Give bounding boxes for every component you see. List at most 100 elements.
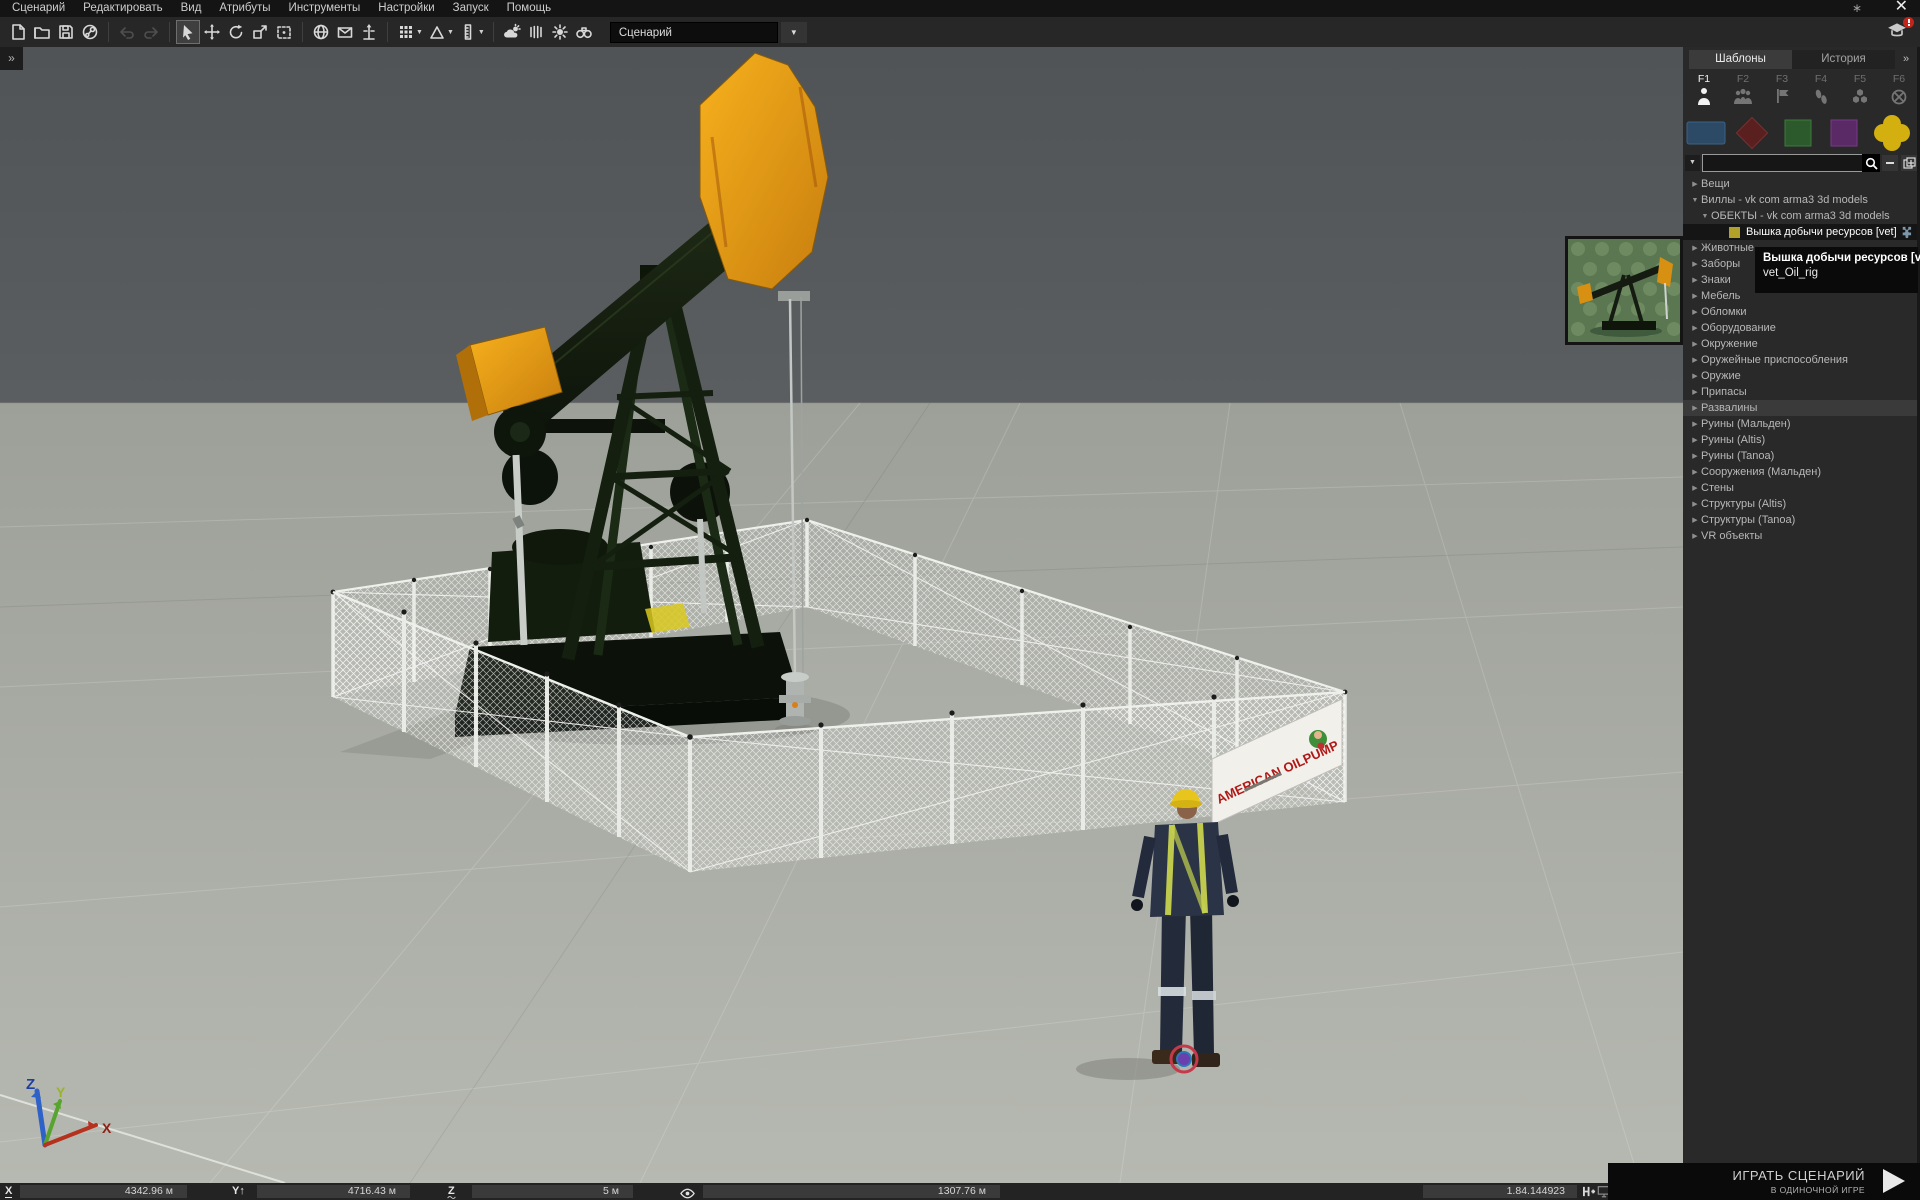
mode-markers[interactable]: F6 xyxy=(1880,73,1918,111)
tree-item[interactable]: Окружение xyxy=(1683,336,1920,352)
surface-snap-icon[interactable] xyxy=(272,20,296,44)
play-scenario-panel[interactable]: ИГРАТЬ СЦЕНАРИЙ В ОДИНОЧНОЙ ИГРЕ xyxy=(1608,1163,1920,1200)
eden-editor-window: Сценарий Редактировать Вид Атрибуты Инст… xyxy=(0,0,1920,1200)
play-icon[interactable] xyxy=(1883,1169,1905,1193)
tree-item[interactable]: Виллы - vk com arma3 3d models xyxy=(1683,192,1920,208)
visibility-binoculars-icon[interactable] xyxy=(572,20,596,44)
weather-icon[interactable] xyxy=(500,20,524,44)
search-input[interactable] xyxy=(1702,154,1870,172)
tree-item[interactable]: Оружейные приспособления xyxy=(1683,352,1920,368)
panel-expand-icon[interactable]: » xyxy=(0,47,23,70)
mode-characters[interactable]: F1 xyxy=(1685,73,1723,111)
message-icon[interactable] xyxy=(333,20,357,44)
status-bar: X 4342.96 м Y↑ 4716.43 м Z 〜 5 м 1307.76… xyxy=(0,1183,1608,1200)
globe-icon[interactable] xyxy=(309,20,333,44)
tree-item[interactable]: Руины (Tanoa) xyxy=(1683,448,1920,464)
tree-item[interactable]: Сооружения (Мальден) xyxy=(1683,464,1920,480)
ruler-icon[interactable] xyxy=(456,20,480,44)
mode-modules[interactable]: F5 xyxy=(1841,73,1879,111)
view-distance-value: 1307.76 м xyxy=(703,1185,1000,1198)
tree-item[interactable]: Стены xyxy=(1683,480,1920,496)
menu-play[interactable]: Запуск xyxy=(444,0,498,17)
expand-layers-icon[interactable] xyxy=(1901,155,1917,171)
menu-edit[interactable]: Редактировать xyxy=(74,0,171,17)
scenario-dropdown[interactable]: Сценарий xyxy=(610,22,778,43)
tree-item[interactable]: Вещи xyxy=(1683,176,1920,192)
version-label: 1.84.144923 xyxy=(1423,1185,1577,1198)
filter-caret-icon[interactable]: ▼ xyxy=(1685,155,1700,171)
translate-tool-icon[interactable] xyxy=(200,20,224,44)
menu-tools[interactable]: Инструменты xyxy=(280,0,370,17)
menu-attributes[interactable]: Атрибуты xyxy=(210,0,279,17)
asset-preview-thumbnail xyxy=(1565,236,1683,345)
swatch-red-diamond[interactable] xyxy=(1729,115,1775,151)
angle-caret-icon[interactable]: ▼ xyxy=(447,29,454,36)
collapse-all-icon[interactable] xyxy=(1882,155,1898,171)
view-distance-eye-icon xyxy=(680,1186,695,1200)
tree-item[interactable]: Развалины xyxy=(1683,400,1917,416)
tree-item[interactable]: Структуры (Tanoa) xyxy=(1683,512,1920,528)
asset-browser-panel: Шаблоны История » F1 F2 F3 F4 F5 F6 xyxy=(1683,47,1920,1163)
coord-y-value: 4716.43 м xyxy=(257,1185,410,1198)
tree-item[interactable]: Руины (Altis) xyxy=(1683,432,1920,448)
publish-icon[interactable] xyxy=(78,20,102,44)
rotate-tool-icon[interactable] xyxy=(224,20,248,44)
undo-icon[interactable] xyxy=(115,20,139,44)
scenario-dropdown-caret-icon[interactable]: ▼ xyxy=(781,22,807,43)
ruler-caret-icon[interactable]: ▼ xyxy=(478,29,485,36)
new-file-icon[interactable] xyxy=(6,20,30,44)
menu-bar: Сценарий Редактировать Вид Атрибуты Инст… xyxy=(0,0,1920,17)
tutorials-icon[interactable] xyxy=(1886,20,1912,44)
swatch-green-square[interactable] xyxy=(1775,115,1821,151)
tree-item[interactable]: Руины (Мальден) xyxy=(1683,416,1920,432)
menu-scenario[interactable]: Сценарий xyxy=(3,0,74,17)
minimize-icon[interactable]: ∗ xyxy=(1852,0,1862,16)
menu-view[interactable]: Вид xyxy=(172,0,211,17)
trigger-flag-icon xyxy=(1772,86,1792,106)
modules-icon xyxy=(1850,86,1870,106)
angle-snap-icon[interactable] xyxy=(425,20,449,44)
open-folder-icon[interactable] xyxy=(30,20,54,44)
swatch-purple-square[interactable] xyxy=(1821,115,1867,151)
fog-icon[interactable] xyxy=(524,20,548,44)
swatch-yellow-quatrefoil[interactable] xyxy=(1869,115,1915,151)
tree-item[interactable]: Оборудование xyxy=(1683,320,1920,336)
viewport-3d[interactable]: AMERICAN OILPUMP xyxy=(0,47,1683,1183)
z-squiggle-icon: 〜 xyxy=(447,1191,455,1200)
tabs-overflow-icon[interactable]: » xyxy=(1895,50,1917,69)
mode-groups[interactable]: F2 xyxy=(1724,73,1762,111)
save-icon[interactable] xyxy=(54,20,78,44)
axis-z-label: Z xyxy=(26,1076,35,1093)
tree-item-selected[interactable]: Вышка добычи ресурсов [vet] xyxy=(1683,224,1920,240)
mode-triggers[interactable]: F3 xyxy=(1763,73,1801,111)
grid-caret-icon[interactable]: ▼ xyxy=(416,29,423,36)
play-mode-label: В ОДИНОЧНОЙ ИГРЕ xyxy=(1771,1185,1865,1195)
tree-item[interactable]: ОБЕКТЫ - vk com arma3 3d models xyxy=(1683,208,1920,224)
notification-badge xyxy=(1903,17,1914,28)
mode-waypoints[interactable]: F4 xyxy=(1802,73,1840,111)
lighting-icon[interactable] xyxy=(548,20,572,44)
search-icon[interactable] xyxy=(1862,154,1880,172)
menu-settings[interactable]: Настройки xyxy=(369,0,443,17)
tree-item[interactable]: Оружие xyxy=(1683,368,1920,384)
tab-history[interactable]: История xyxy=(1792,50,1895,69)
tree-item[interactable]: Припасы xyxy=(1683,384,1920,400)
close-icon[interactable]: ✕ xyxy=(1895,0,1908,16)
redo-icon[interactable] xyxy=(139,20,163,44)
tab-templates[interactable]: Шаблоны xyxy=(1689,50,1792,69)
vertical-snap-icon[interactable] xyxy=(357,20,381,44)
axis-x-label: X xyxy=(102,1120,112,1136)
tree-item[interactable]: Структуры (Altis) xyxy=(1683,496,1920,512)
h-plus-icon[interactable] xyxy=(1582,1185,1597,1200)
menu-help[interactable]: Помощь xyxy=(498,0,560,17)
character-icon xyxy=(1694,86,1714,106)
select-tool-icon[interactable] xyxy=(176,20,200,44)
grid-snap-icon[interactable] xyxy=(394,20,418,44)
tree-item[interactable]: Обломки xyxy=(1683,304,1920,320)
asset-tooltip: Вышка добычи ресурсов [vet] vet_Oil_rig xyxy=(1755,247,1918,293)
scale-tool-icon[interactable] xyxy=(248,20,272,44)
coord-z-value: 5 м xyxy=(472,1185,633,1198)
swatch-blue-rectangle[interactable] xyxy=(1683,115,1729,151)
coord-x-icon: X xyxy=(5,1185,12,1198)
tree-item[interactable]: VR объекты xyxy=(1683,528,1920,544)
